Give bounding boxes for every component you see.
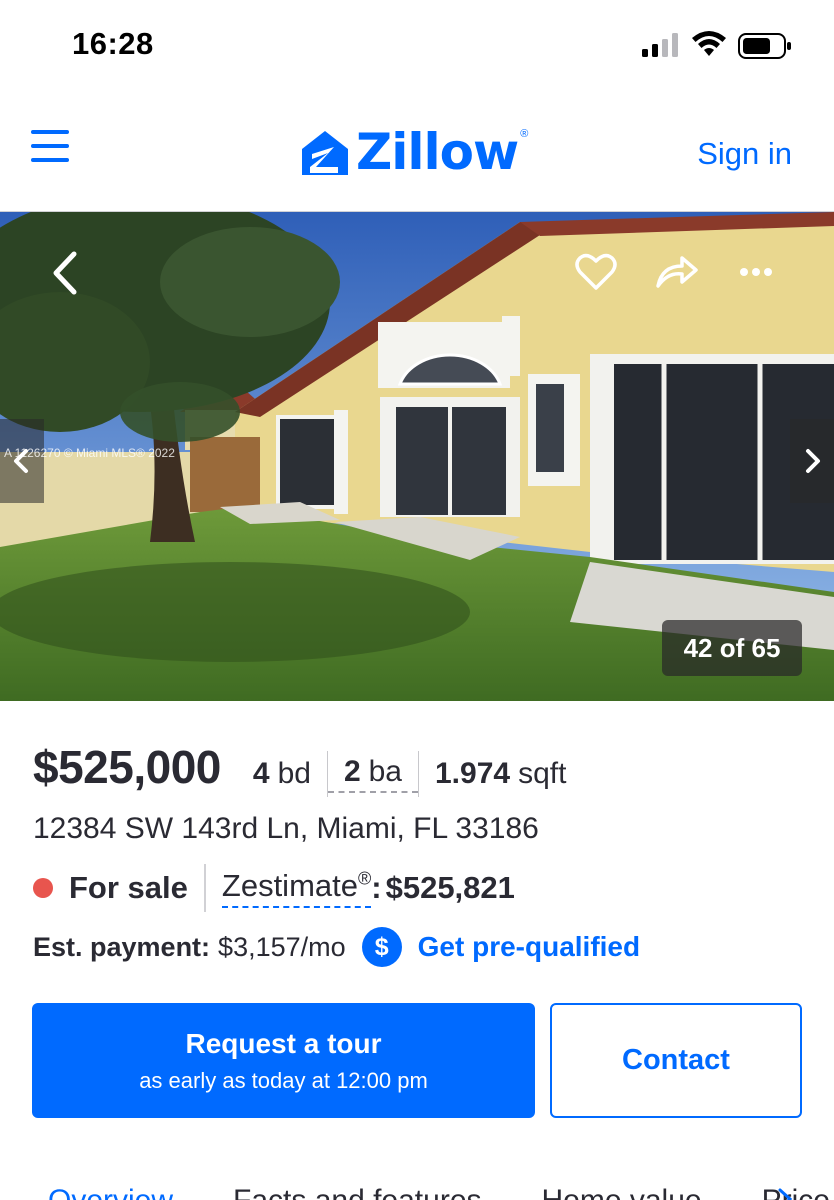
- zillow-logo[interactable]: Zillow ®: [300, 123, 529, 181]
- sqft-fact: 1.974 sqft: [419, 757, 582, 791]
- back-arrow-icon[interactable]: [44, 246, 88, 300]
- next-photo-button[interactable]: [790, 419, 834, 503]
- est-payment-value: $3,157/mo: [218, 931, 346, 962]
- zestimate-colon: :: [371, 870, 382, 905]
- beds-value: 4: [252, 757, 270, 790]
- photo-watermark: A 1126270 © Miami MLS® 2022: [4, 446, 175, 460]
- sign-in-link[interactable]: Sign in: [697, 136, 792, 172]
- tab-home-value[interactable]: Home value: [542, 1184, 702, 1200]
- logo-text: Zillow: [356, 123, 519, 181]
- listing-photo[interactable]: A 1126270 © Miami MLS® 2022 42 of 65: [0, 212, 834, 701]
- signal-icon: [642, 33, 678, 57]
- more-options-icon[interactable]: [736, 252, 776, 292]
- dollar-circle-icon: $: [361, 927, 402, 967]
- listing-address: 12384 SW 143rd Ln, Miami, FL 33186: [33, 812, 539, 845]
- beds-unit: bd: [277, 757, 311, 790]
- baths-unit: ba: [368, 755, 402, 788]
- status-row: For sale Zestimate® : $525,821: [33, 862, 515, 914]
- get-prequalified-link[interactable]: Get pre-qualified: [418, 931, 640, 963]
- tour-button-title: Request a tour: [185, 1027, 382, 1059]
- status-bar: 16:28: [0, 0, 834, 90]
- listing-status: For sale: [69, 870, 188, 905]
- tour-button-subtitle: as early as today at 12:00 pm: [139, 1067, 428, 1093]
- contact-button[interactable]: Contact: [550, 1003, 802, 1118]
- est-payment-label: Est. payment:: [33, 931, 211, 962]
- tab-overview[interactable]: Overview: [48, 1184, 173, 1200]
- battery-icon: [738, 33, 791, 59]
- for-sale-status-dot-icon: [33, 878, 53, 898]
- sqft-value: 1.974: [435, 757, 511, 790]
- beds-fact: 4 bd: [253, 757, 327, 791]
- status-time: 16:28: [72, 26, 154, 61]
- hamburger-menu-icon[interactable]: [31, 130, 69, 162]
- site-header: Zillow ® Sign in: [0, 90, 834, 212]
- photo-counter-badge: 42 of 65: [662, 620, 802, 676]
- zestimate-label[interactable]: Zestimate®: [221, 868, 372, 908]
- wifi-icon: [692, 31, 726, 56]
- previous-photo-button[interactable]: [0, 419, 44, 503]
- request-tour-button[interactable]: Request a tour as early as today at 12:0…: [32, 1003, 535, 1118]
- divider: [203, 864, 206, 912]
- payment-row: Est. payment: $3,157/mo $ Get pre-qualif…: [33, 925, 640, 969]
- chevron-right-icon[interactable]: [772, 1186, 798, 1200]
- zestimate-label-text: Zestimate: [221, 868, 358, 903]
- share-icon[interactable]: [654, 250, 700, 294]
- section-tabs: Overview Facts and features Home value P…: [48, 1184, 830, 1200]
- baths-value: 2: [343, 755, 361, 788]
- baths-fact[interactable]: 2 ba: [327, 755, 418, 793]
- heart-icon[interactable]: [574, 250, 618, 294]
- zestimate-value: $525,821: [385, 870, 515, 905]
- listing-price: $525,000: [33, 741, 221, 793]
- home-facts: 4 bd 2 ba 1.974 sqft: [253, 751, 583, 797]
- logo-registered-mark: ®: [520, 128, 529, 140]
- chevron-left-icon: [14, 449, 28, 473]
- zestimate-registered-mark: ®: [358, 868, 372, 889]
- zillow-logo-mark-icon: [302, 131, 348, 175]
- chevron-right-icon: [806, 449, 820, 473]
- price-row: $525,000 4 bd 2 ba 1.974 sqft: [33, 740, 582, 797]
- tab-facts-and-features[interactable]: Facts and features: [233, 1184, 481, 1200]
- sqft-unit: sqft: [518, 757, 567, 790]
